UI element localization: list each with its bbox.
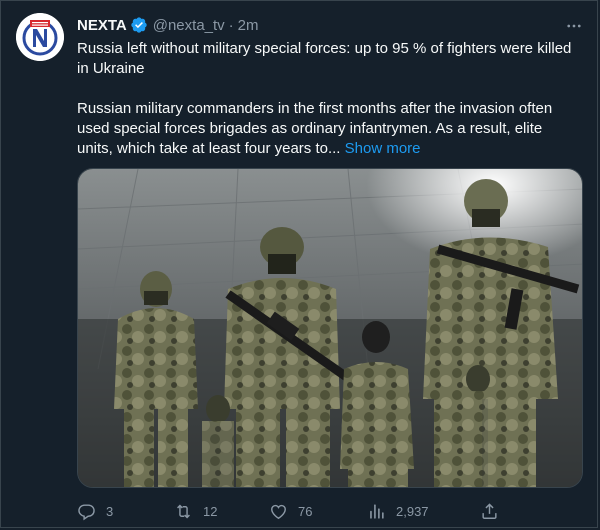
show-more-link[interactable]: Show more	[345, 140, 421, 157]
timestamp[interactable]: 2m	[238, 17, 259, 34]
tweet-header: NEXTA @nexta_tv · 2m	[77, 15, 259, 35]
separator-dot: ·	[228, 16, 234, 34]
tweet-text: Russia left without military special for…	[77, 39, 577, 159]
author-handle[interactable]: @nexta_tv	[153, 17, 225, 34]
nexta-logo-icon	[16, 13, 64, 61]
more-dots-icon	[567, 24, 581, 28]
verified-badge-icon	[131, 17, 147, 33]
tweet-actions: 3 12 76 2,937	[77, 500, 517, 522]
retweet-count: 12	[203, 503, 218, 519]
more-button[interactable]	[562, 14, 586, 38]
soldiers-photo	[78, 169, 582, 487]
tweet-headline: Russia left without military special for…	[77, 40, 572, 77]
share-icon	[482, 502, 497, 519]
reply-count: 3	[106, 503, 114, 519]
reply-button[interactable]: 3	[77, 502, 113, 521]
like-button[interactable]: 76	[269, 502, 312, 521]
share-button[interactable]	[480, 502, 509, 521]
views-count: 2,937	[396, 503, 429, 519]
reply-icon	[78, 503, 95, 520]
views-button[interactable]: 2,937	[367, 502, 429, 521]
retweet-icon	[177, 504, 190, 518]
tweet-body: Russian military commanders in the first…	[77, 100, 553, 157]
retweet-button[interactable]: 12	[174, 502, 217, 521]
tweet-media[interactable]	[77, 168, 583, 488]
heart-icon	[271, 504, 286, 519]
views-chart-icon	[370, 503, 384, 519]
author-name[interactable]: NEXTA	[77, 17, 127, 34]
tweet-card[interactable]: NEXTA @nexta_tv · 2m Russia left without…	[0, 0, 600, 530]
tweet-body-paragraph: Russian military commanders in the first…	[77, 99, 577, 159]
like-count: 76	[298, 503, 313, 519]
avatar[interactable]	[16, 13, 64, 61]
